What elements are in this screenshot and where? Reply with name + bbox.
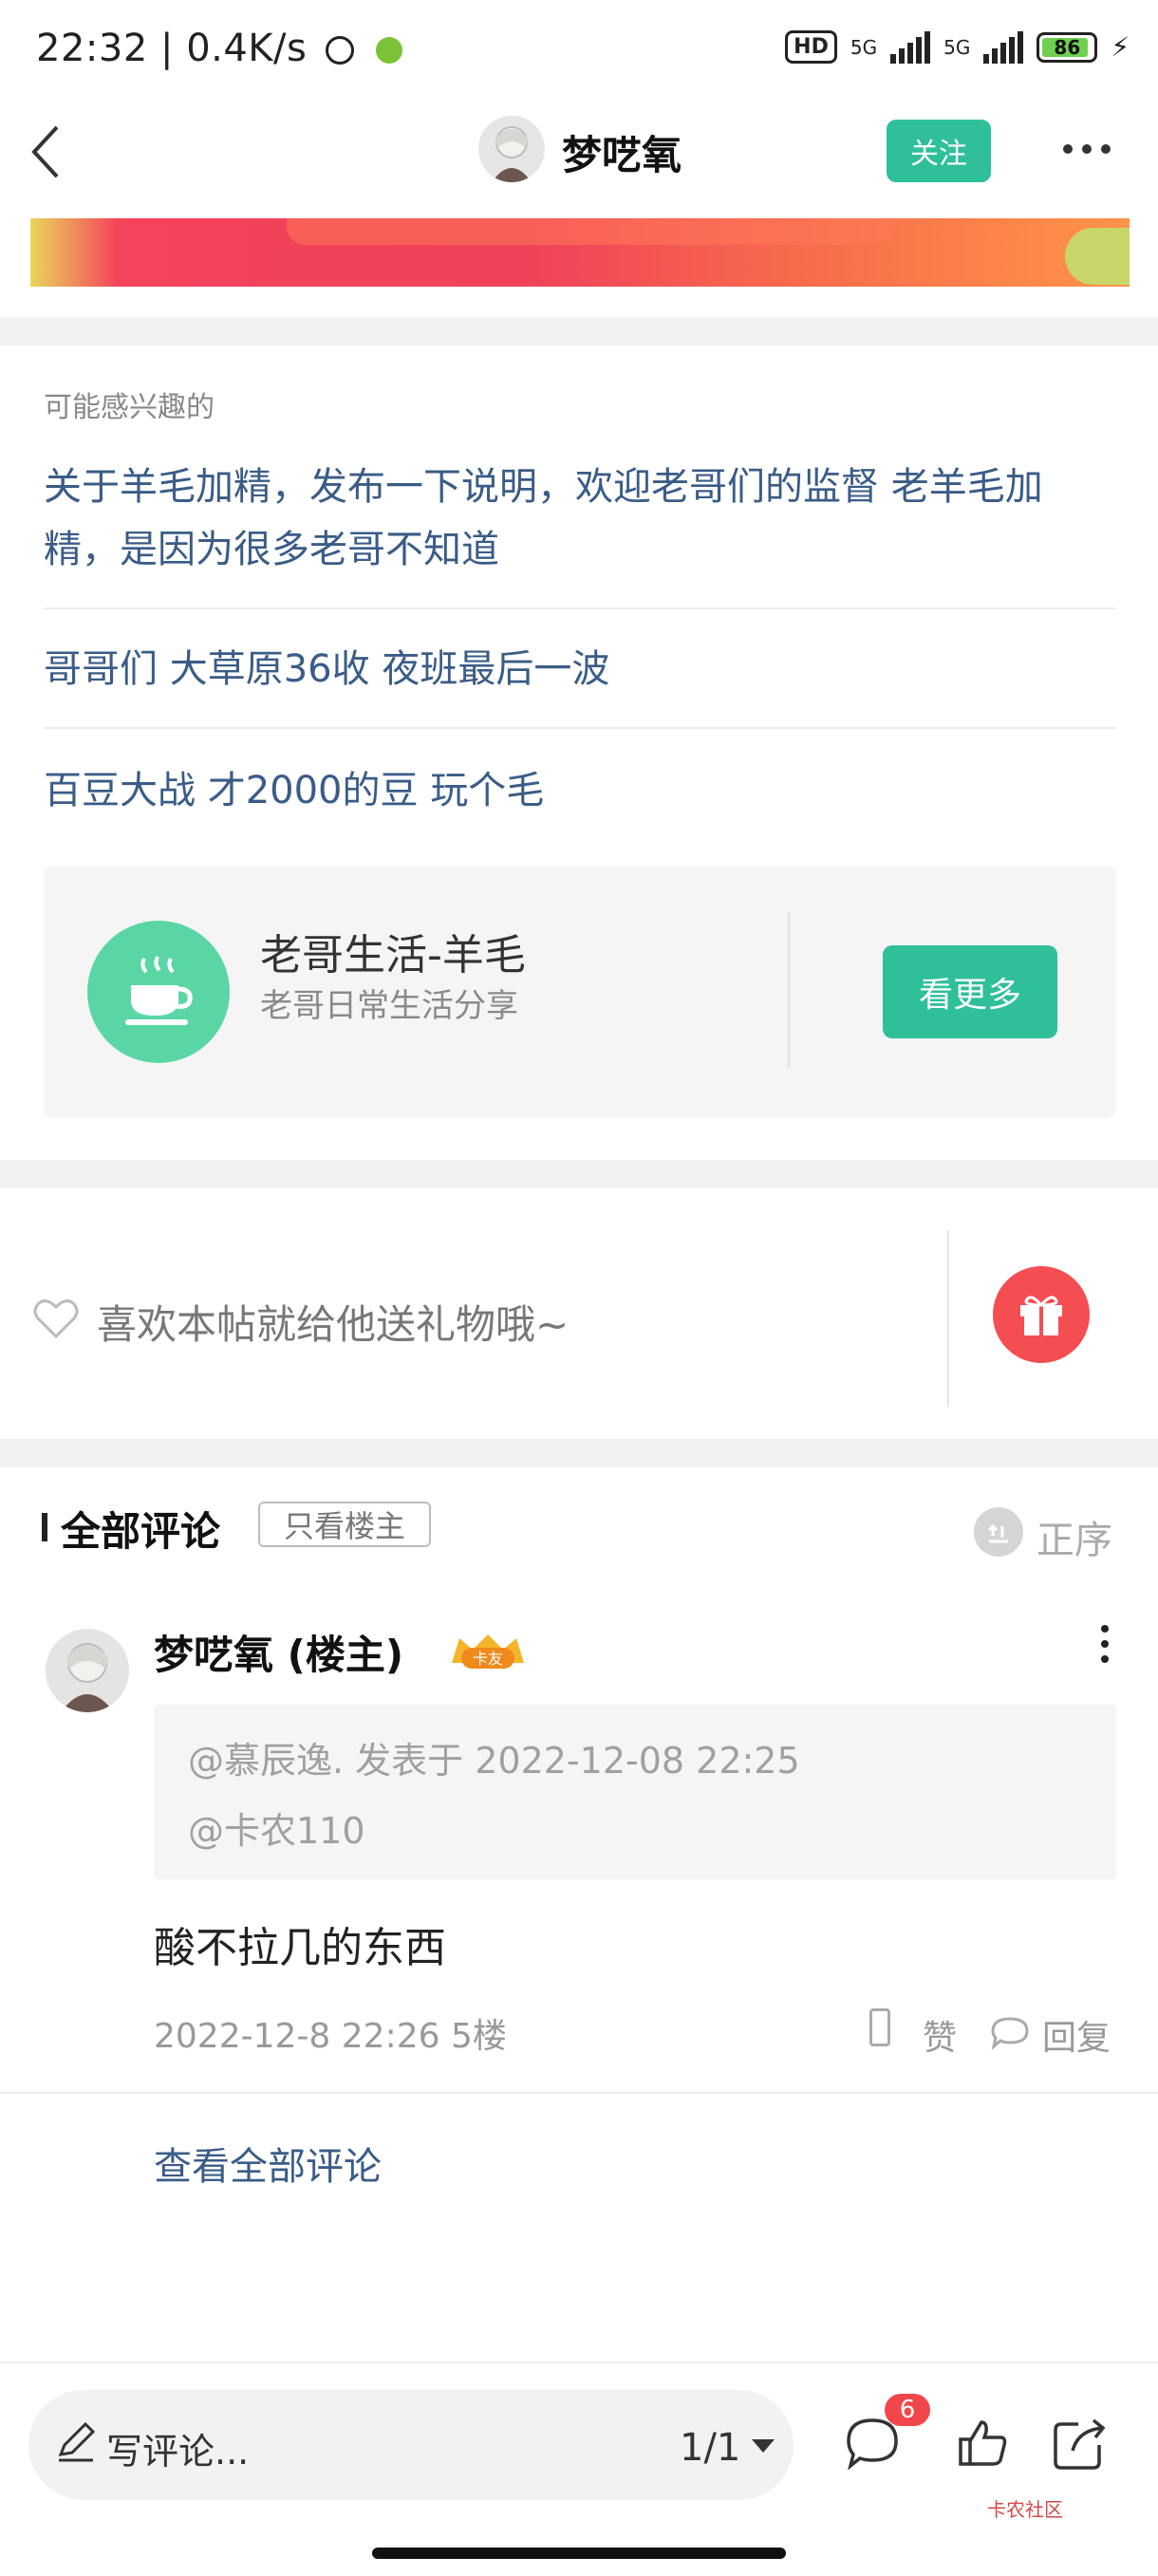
page-title: 梦呓氧 [562,132,682,178]
chevron-down-icon[interactable] [752,2439,775,2453]
chevron-left-icon [31,125,59,178]
page-indicator[interactable]: 1/1 [680,2426,740,2470]
board-title: 老哥生活-羊毛 [260,931,526,980]
recommended-post-3[interactable]: 百豆大战 才2000的豆 玩个毛 [44,759,1116,822]
sort-order-label[interactable]: 正序 [1037,1509,1112,1564]
sim1-label: 5G [850,35,878,59]
charging-icon: ⚡ [1111,31,1130,63]
recommended-post-1[interactable]: 关于羊毛加精，发布一下说明，欢迎老哥们的监督 老羊毛加精，是因为很多老哥不知道 [44,456,1116,581]
status-indicators: HD 5G 5G 86 ⚡ [785,30,1130,64]
app-notification-icon [375,37,402,64]
comment-meta: 2022-12-8 22:26 5楼 [154,2017,507,2056]
list-divider [44,607,1116,609]
status-time: 22:32 | 0.4K/s [36,27,402,70]
section-divider [0,1439,1158,1467]
gift-prompt: 喜欢本帖就给他送礼物哦~ [97,1301,570,1348]
watermark-logo: 卡农社区 [987,2498,1063,2521]
recommended-post-2[interactable]: 哥哥们 大草原36收 夜班最后一波 [44,638,1116,700]
gift-button[interactable] [993,1266,1090,1363]
section-divider [0,1160,1158,1188]
avatar[interactable] [478,116,545,182]
user-badge: 卡友 [448,1631,528,1672]
home-indicator[interactable] [372,2548,786,2559]
banner-decoration-blob [1065,228,1130,285]
reply-button[interactable]: 回复 [1042,2010,1111,2060]
hd-icon: HD [785,30,837,64]
quote-header: @慕辰逸. 发表于 2022-12-08 22:25 [188,1740,800,1782]
like-icon[interactable] [869,2008,890,2046]
battery-level: 86 [1054,35,1081,59]
battery-icon: 86 [1037,31,1098,63]
like-button[interactable]: 赞 [923,2010,957,2060]
gift-icon [1020,1296,1062,1335]
list-divider [0,2092,1158,2094]
alarm-icon [325,36,354,65]
sort-order-icon[interactable] [974,1507,1023,1557]
comment-author[interactable]: 梦呓氧 (楼主) [154,1623,403,1681]
banner-image[interactable] [30,218,1130,287]
see-more-button[interactable]: 看更多 [883,945,1057,1038]
section-label: 可能感兴趣的 [44,391,215,424]
view-all-comments-link[interactable]: 查看全部评论 [154,2136,382,2191]
sim2-label: 5G [943,35,971,59]
comment-body: 酸不拉几的东西 [154,1924,446,1972]
more-options-icon[interactable] [1063,144,1111,154]
section-divider [0,317,1158,345]
back-button[interactable] [28,123,76,180]
heart-icon [32,1297,80,1340]
reply-icon[interactable] [989,2016,1031,2051]
board-subtitle: 老哥日常生活分享 [260,987,518,1025]
avatar[interactable] [46,1629,129,1712]
only-op-button[interactable]: 只看楼主 [258,1502,431,1547]
signal-icon [890,30,931,64]
quote-body: @卡农110 [188,1810,365,1852]
thumbs-up-icon[interactable] [955,2415,1012,2472]
follow-button[interactable]: 关注 [887,120,991,182]
list-divider [44,727,1116,729]
banner-decoration [287,218,894,245]
pen-icon [55,2420,97,2462]
gift-divider [947,1230,949,1407]
comment-more-icon[interactable] [1101,1625,1109,1663]
comment-count-badge: 6 [885,2394,930,2426]
card-divider [788,911,790,1067]
coffee-cup-icon [87,921,230,1063]
write-comment-placeholder[interactable]: 写评论... [106,2422,249,2474]
comments-title: 全部评论 [61,1508,221,1555]
share-icon[interactable] [1050,2415,1109,2473]
section-accent-bar [42,1513,47,1541]
user-badge-label: 卡友 [473,1650,503,1668]
signal-icon-2 [983,30,1024,64]
